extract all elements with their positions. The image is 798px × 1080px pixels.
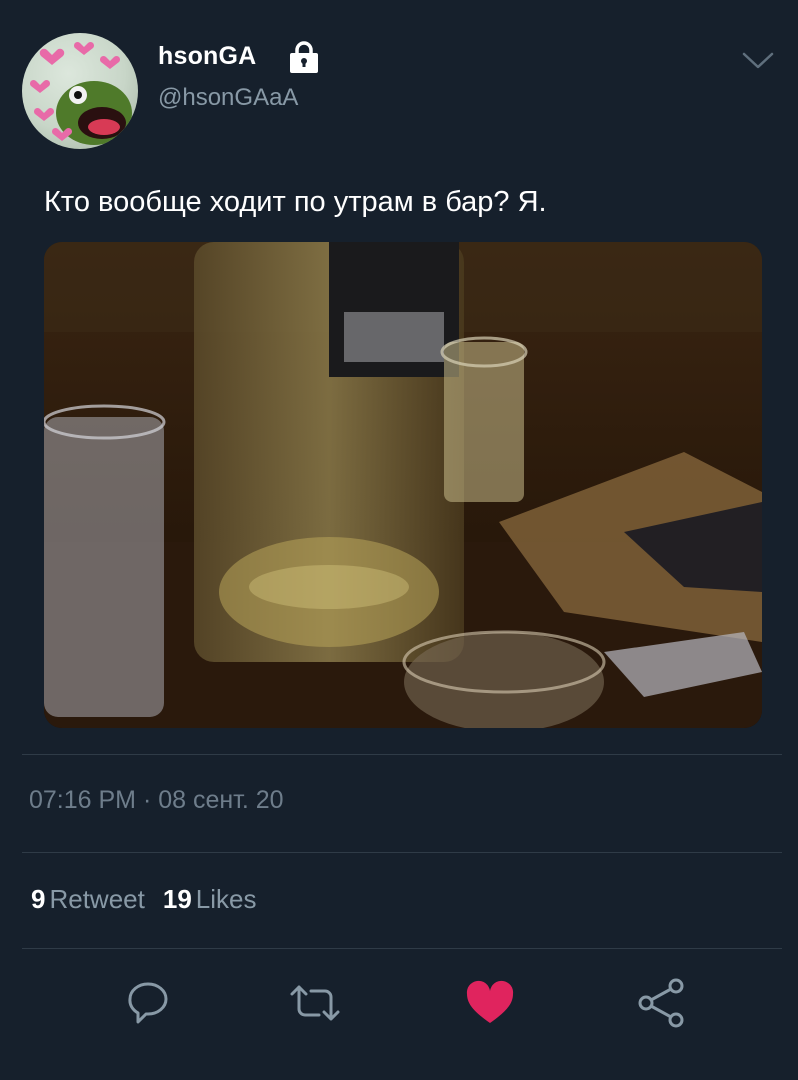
divider [22, 948, 782, 949]
tweet-photo[interactable] [44, 242, 762, 728]
divider [22, 754, 782, 755]
tweet-timestamp: 07:16 PM · 08 сент. 20 [29, 786, 284, 814]
avatar[interactable] [22, 33, 138, 149]
kermit-frog-avatar-image [29, 41, 132, 145]
tweet-stats: 9 Retweet 19 Likes [31, 884, 274, 915]
action-bar [0, 975, 798, 1035]
display-name[interactable]: hsonGA [158, 42, 256, 71]
user-handle[interactable]: @hsonGAaA [158, 84, 298, 112]
tweet-text: Кто вообще ходит по утрам в бар? Я. [44, 186, 547, 218]
lock-icon [290, 41, 318, 73]
retweet-icon[interactable] [287, 975, 343, 1031]
likes-label[interactable]: Likes [196, 884, 257, 914]
heart-icon[interactable] [462, 975, 518, 1031]
chevron-down-icon[interactable] [740, 48, 776, 72]
tweet-header: hsonGA @hsonGAaA [0, 0, 798, 160]
reply-icon[interactable] [120, 975, 176, 1031]
retweet-label[interactable]: Retweet [49, 884, 144, 914]
retweet-count[interactable]: 9 [31, 884, 45, 914]
share-icon[interactable] [634, 975, 690, 1031]
bar-table-photo [44, 242, 762, 728]
likes-count[interactable]: 19 [163, 884, 192, 914]
divider [22, 852, 782, 853]
